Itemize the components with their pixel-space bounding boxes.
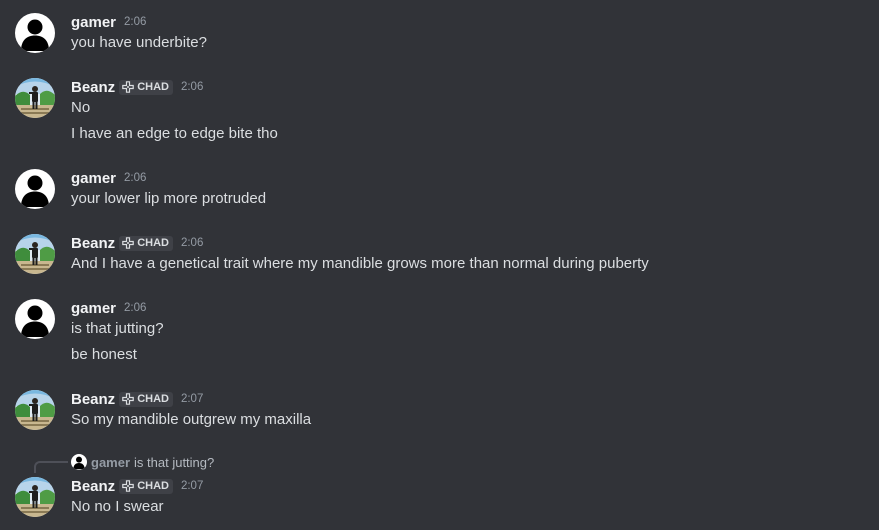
clan-tag[interactable]: CHAD [119, 391, 173, 407]
message-header: gamer 2:06 [71, 12, 146, 32]
dpad-icon [122, 393, 134, 405]
username[interactable]: Beanz [71, 391, 115, 408]
message-text: So my mandible outgrew my maxilla [71, 411, 312, 428]
timestamp: 2:06 [124, 16, 147, 28]
reply-spine [34, 461, 68, 473]
message-header: Beanz CHAD 2:06 [71, 77, 203, 97]
reply-username[interactable]: gamer [91, 455, 130, 470]
message-text: I have an edge to edge bite tho [71, 125, 278, 142]
username[interactable]: Beanz [71, 235, 115, 252]
gamer-avatar[interactable] [15, 299, 55, 339]
timestamp: 2:06 [180, 81, 204, 93]
beanz-avatar[interactable] [15, 234, 55, 274]
dpad-icon [122, 81, 134, 93]
reply-preview[interactable]: gamer is that jutting? [71, 453, 214, 471]
timestamp: 2:06 [124, 172, 147, 184]
timestamp: 2:06 [180, 237, 204, 249]
username[interactable]: gamer [71, 300, 116, 317]
clan-tag-label: CHAD [137, 393, 169, 405]
reply-avatar [71, 454, 87, 470]
reply-text[interactable]: is that jutting? [134, 455, 214, 470]
timestamp: 2:07 [180, 393, 204, 405]
clan-tag-label: CHAD [137, 237, 169, 249]
username[interactable]: gamer [71, 170, 116, 187]
message-header: Beanz CHAD 2:07 [71, 389, 203, 409]
clan-tag-label: CHAD [137, 480, 169, 492]
message-text: your lower lip more protruded [71, 190, 267, 207]
message-text: is that jutting? [71, 320, 164, 337]
message-text: be honest [71, 346, 137, 363]
clan-tag[interactable]: CHAD [119, 478, 173, 494]
beanz-avatar[interactable] [15, 78, 55, 118]
message-text: No [71, 99, 91, 116]
clan-tag[interactable]: CHAD [119, 79, 173, 95]
timestamp: 2:07 [180, 480, 204, 492]
clan-tag-label: CHAD [137, 81, 169, 93]
message-text: you have underbite? [71, 34, 207, 51]
message-header: Beanz CHAD 2:07 [71, 476, 203, 496]
username[interactable]: Beanz [71, 478, 115, 495]
beanz-avatar[interactable] [15, 390, 55, 430]
username[interactable]: gamer [71, 14, 116, 31]
message-header: Beanz CHAD 2:06 [71, 233, 203, 253]
clan-tag[interactable]: CHAD [119, 235, 173, 251]
beanz-avatar[interactable] [15, 477, 55, 517]
timestamp: 2:06 [124, 302, 147, 314]
dpad-icon [122, 237, 134, 249]
message-text: No no I swear [71, 498, 164, 515]
gamer-avatar[interactable] [15, 169, 55, 209]
message-text: And I have a genetical trait where my ma… [71, 255, 649, 272]
username[interactable]: Beanz [71, 79, 115, 96]
gamer-avatar[interactable] [15, 13, 55, 53]
message-header: gamer 2:06 [71, 168, 146, 188]
dpad-icon [122, 480, 134, 492]
message-header: gamer 2:06 [71, 298, 146, 318]
